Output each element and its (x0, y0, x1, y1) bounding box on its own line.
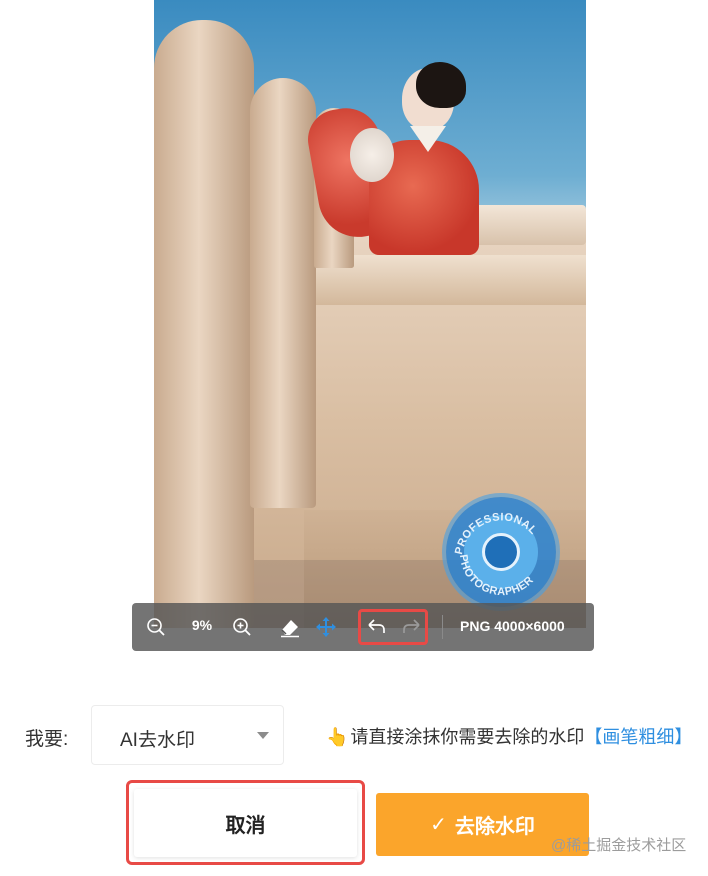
photo-fan (350, 128, 394, 182)
photo-preview[interactable]: PROFESSIONAL PHOTOGRAPHER (154, 0, 586, 628)
watermark-text-bottom: PHOTOGRAPHER (457, 554, 536, 598)
move-icon[interactable] (314, 615, 338, 639)
zoom-level: 9% (191, 617, 213, 633)
eraser-icon[interactable] (278, 615, 302, 639)
zoom-out-icon[interactable] (144, 615, 168, 639)
photo-pillar-mid (250, 78, 316, 508)
watermark-text-ring: PROFESSIONAL PHOTOGRAPHER (453, 511, 539, 598)
brush-size-link[interactable]: 【画笔粗细】 (584, 727, 692, 747)
hint-message: 请直接涂抹你需要去除的水印 (350, 727, 585, 747)
toolbar-divider (442, 615, 443, 639)
photo-pillar-left (154, 20, 254, 628)
photo-balustrade (314, 255, 586, 305)
mode-dropdown[interactable]: AI去水印 (91, 705, 284, 765)
image-format-size: PNG 4000×6000 (460, 618, 565, 634)
hint-text: 👆 请直接涂抹你需要去除的水印【画笔粗细】 (326, 723, 692, 749)
zoom-in-icon[interactable] (230, 615, 254, 639)
pointing-hand-icon: 👆 (326, 727, 349, 747)
mode-label: 我要: (25, 729, 69, 750)
mode-selected-value: AI去水印 (120, 730, 195, 751)
check-icon: ✓ (430, 814, 447, 836)
undo-redo-highlight (358, 609, 428, 645)
watermark-text-top: PROFESSIONAL (453, 511, 539, 555)
caret-down-icon (257, 732, 269, 739)
photo-figure-hair (416, 62, 466, 108)
site-credit: @稀土掘金技术社区 (551, 837, 687, 854)
svg-text:PROFESSIONAL: PROFESSIONAL (453, 511, 539, 555)
watermark-stamp[interactable]: PROFESSIONAL PHOTOGRAPHER (446, 497, 556, 607)
svg-text:PHOTOGRAPHER: PHOTOGRAPHER (457, 554, 536, 598)
remove-watermark-label: 去除水印 (454, 816, 535, 838)
cancel-button[interactable]: 取消 (134, 789, 357, 857)
